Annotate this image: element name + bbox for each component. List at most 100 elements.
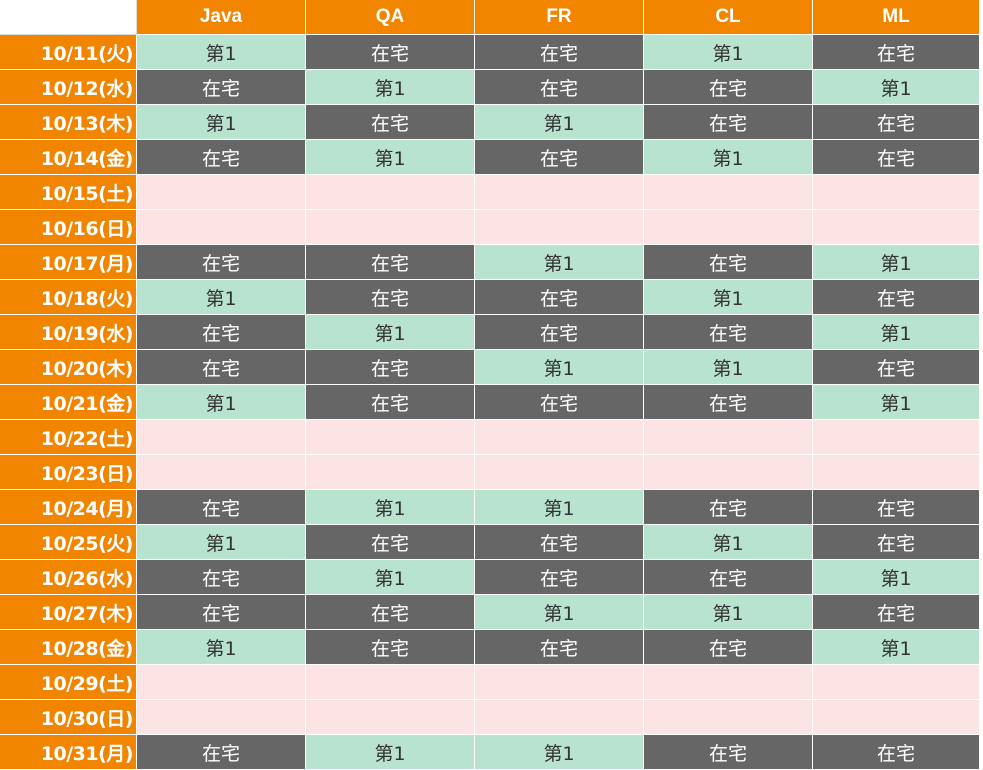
home-cell[interactable]: 在宅 <box>306 595 475 630</box>
row-date[interactable]: 10/24(月) <box>0 490 137 525</box>
column-header-ml[interactable]: ML <box>813 0 980 35</box>
office-cell[interactable]: 第1 <box>475 490 644 525</box>
row-date[interactable]: 10/21(金) <box>0 385 137 420</box>
weekend-cell[interactable] <box>475 700 644 735</box>
weekend-cell[interactable] <box>475 420 644 455</box>
weekend-cell[interactable] <box>306 665 475 700</box>
home-cell[interactable]: 在宅 <box>137 350 306 385</box>
column-header-fr[interactable]: FR <box>475 0 644 35</box>
weekend-cell[interactable] <box>813 175 980 210</box>
home-cell[interactable]: 在宅 <box>475 70 644 105</box>
column-header-java[interactable]: Java <box>137 0 306 35</box>
office-cell[interactable]: 第1 <box>306 315 475 350</box>
home-cell[interactable]: 在宅 <box>137 560 306 595</box>
weekend-cell[interactable] <box>306 175 475 210</box>
weekend-cell[interactable] <box>644 700 813 735</box>
office-cell[interactable]: 第1 <box>813 245 980 280</box>
weekend-cell[interactable] <box>137 700 306 735</box>
home-cell[interactable]: 在宅 <box>306 105 475 140</box>
weekend-cell[interactable] <box>137 175 306 210</box>
office-cell[interactable]: 第1 <box>137 630 306 665</box>
weekend-cell[interactable] <box>644 665 813 700</box>
home-cell[interactable]: 在宅 <box>137 490 306 525</box>
office-cell[interactable]: 第1 <box>644 595 813 630</box>
corner-cell[interactable] <box>0 0 137 35</box>
home-cell[interactable]: 在宅 <box>475 525 644 560</box>
weekend-cell[interactable] <box>813 210 980 245</box>
weekend-cell[interactable] <box>644 455 813 490</box>
row-date[interactable]: 10/27(木) <box>0 595 137 630</box>
home-cell[interactable]: 在宅 <box>475 35 644 70</box>
weekend-cell[interactable] <box>137 455 306 490</box>
weekend-cell[interactable] <box>137 665 306 700</box>
home-cell[interactable]: 在宅 <box>137 245 306 280</box>
row-date[interactable]: 10/20(木) <box>0 350 137 385</box>
row-date[interactable]: 10/16(日) <box>0 210 137 245</box>
office-cell[interactable]: 第1 <box>475 595 644 630</box>
row-date[interactable]: 10/28(金) <box>0 630 137 665</box>
office-cell[interactable]: 第1 <box>475 105 644 140</box>
home-cell[interactable]: 在宅 <box>813 350 980 385</box>
row-date[interactable]: 10/22(土) <box>0 420 137 455</box>
weekend-cell[interactable] <box>475 175 644 210</box>
home-cell[interactable]: 在宅 <box>137 315 306 350</box>
office-cell[interactable]: 第1 <box>644 350 813 385</box>
office-cell[interactable]: 第1 <box>813 315 980 350</box>
row-date[interactable]: 10/31(月) <box>0 735 137 770</box>
weekend-cell[interactable] <box>306 420 475 455</box>
weekend-cell[interactable] <box>475 210 644 245</box>
office-cell[interactable]: 第1 <box>137 35 306 70</box>
home-cell[interactable]: 在宅 <box>137 735 306 770</box>
row-date[interactable]: 10/17(月) <box>0 245 137 280</box>
office-cell[interactable]: 第1 <box>137 525 306 560</box>
column-header-cl[interactable]: CL <box>644 0 813 35</box>
office-cell[interactable]: 第1 <box>306 70 475 105</box>
home-cell[interactable]: 在宅 <box>475 315 644 350</box>
home-cell[interactable]: 在宅 <box>306 630 475 665</box>
home-cell[interactable]: 在宅 <box>644 70 813 105</box>
home-cell[interactable]: 在宅 <box>306 35 475 70</box>
home-cell[interactable]: 在宅 <box>137 70 306 105</box>
home-cell[interactable]: 在宅 <box>475 280 644 315</box>
office-cell[interactable]: 第1 <box>644 525 813 560</box>
weekend-cell[interactable] <box>644 420 813 455</box>
home-cell[interactable]: 在宅 <box>813 280 980 315</box>
row-date[interactable]: 10/23(日) <box>0 455 137 490</box>
row-date[interactable]: 10/29(土) <box>0 665 137 700</box>
home-cell[interactable]: 在宅 <box>813 735 980 770</box>
office-cell[interactable]: 第1 <box>644 280 813 315</box>
office-cell[interactable]: 第1 <box>137 280 306 315</box>
office-cell[interactable]: 第1 <box>306 735 475 770</box>
home-cell[interactable]: 在宅 <box>475 385 644 420</box>
home-cell[interactable]: 在宅 <box>644 560 813 595</box>
row-date[interactable]: 10/30(日) <box>0 700 137 735</box>
column-header-qa[interactable]: QA <box>306 0 475 35</box>
row-date[interactable]: 10/25(火) <box>0 525 137 560</box>
home-cell[interactable]: 在宅 <box>644 385 813 420</box>
home-cell[interactable]: 在宅 <box>475 140 644 175</box>
home-cell[interactable]: 在宅 <box>475 560 644 595</box>
home-cell[interactable]: 在宅 <box>813 105 980 140</box>
row-date[interactable]: 10/11(火) <box>0 35 137 70</box>
row-date[interactable]: 10/26(水) <box>0 560 137 595</box>
office-cell[interactable]: 第1 <box>137 105 306 140</box>
home-cell[interactable]: 在宅 <box>644 630 813 665</box>
home-cell[interactable]: 在宅 <box>306 280 475 315</box>
weekend-cell[interactable] <box>813 420 980 455</box>
office-cell[interactable]: 第1 <box>813 630 980 665</box>
weekend-cell[interactable] <box>813 700 980 735</box>
home-cell[interactable]: 在宅 <box>137 140 306 175</box>
weekend-cell[interactable] <box>306 210 475 245</box>
weekend-cell[interactable] <box>306 455 475 490</box>
weekend-cell[interactable] <box>475 455 644 490</box>
office-cell[interactable]: 第1 <box>644 35 813 70</box>
home-cell[interactable]: 在宅 <box>475 630 644 665</box>
office-cell[interactable]: 第1 <box>813 70 980 105</box>
office-cell[interactable]: 第1 <box>475 350 644 385</box>
office-cell[interactable]: 第1 <box>475 735 644 770</box>
home-cell[interactable]: 在宅 <box>644 245 813 280</box>
office-cell[interactable]: 第1 <box>306 490 475 525</box>
row-date[interactable]: 10/13(木) <box>0 105 137 140</box>
row-date[interactable]: 10/14(金) <box>0 140 137 175</box>
home-cell[interactable]: 在宅 <box>813 35 980 70</box>
